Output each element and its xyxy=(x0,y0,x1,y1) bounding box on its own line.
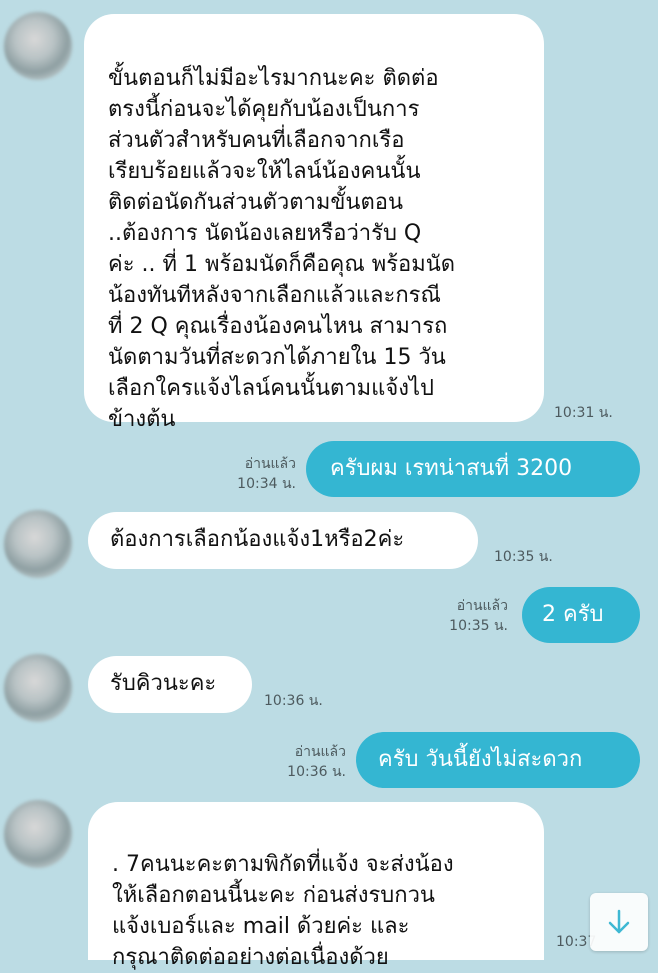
read-receipt: อ่านแล้ว 10:36 น. xyxy=(270,742,346,782)
message-text: . 7คนนะคะตามพิกัดที่แจ้ง จะส่งน้อง ให้เล… xyxy=(112,852,454,970)
message-time: 10:35 น. xyxy=(494,549,553,565)
message-bubble-incoming[interactable]: ต้องการเลือกน้องแจ้ง1หรือ2ค่ะ xyxy=(88,512,478,569)
read-status: อ่านแล้ว xyxy=(244,456,296,472)
message-bubble-outgoing[interactable]: 2 ครับ xyxy=(522,587,640,643)
read-status: อ่านแล้ว xyxy=(456,598,508,614)
read-receipt: อ่านแล้ว 10:34 น. xyxy=(222,454,296,494)
message-time: 10:35 น. xyxy=(449,618,508,634)
message-time: 10:31 น. xyxy=(554,405,613,421)
scroll-to-bottom-button[interactable] xyxy=(590,893,648,951)
message-time: 10:36 น. xyxy=(287,764,346,780)
arrow-down-icon xyxy=(608,909,630,934)
avatar[interactable] xyxy=(4,12,72,80)
message-bubble-incoming[interactable]: . 7คนนะคะตามพิกัดที่แจ้ง จะส่งน้อง ให้เล… xyxy=(88,802,544,970)
message-bubble-incoming[interactable]: รับคิวนะคะ xyxy=(88,656,252,713)
message-text: ขั้นตอนก็ไม่มีอะไรมากนะคะ ติดต่อ ตรงนี้ก… xyxy=(108,66,456,432)
message-text: 2 ครับ xyxy=(542,602,604,627)
avatar[interactable] xyxy=(4,800,72,868)
message-time: 10:36 น. xyxy=(264,693,323,709)
message-bubble-outgoing[interactable]: ครับ วันนี้ยังไม่สะดวก xyxy=(356,732,640,788)
message-bubble-incoming[interactable]: ขั้นตอนก็ไม่มีอะไรมากนะคะ ติดต่อ ตรงนี้ก… xyxy=(84,14,544,432)
message-text: ครับผม เรทน่าสนที่ 3200 xyxy=(330,456,573,481)
message-text: ครับ วันนี้ยังไม่สะดวก xyxy=(378,747,583,772)
message-bubble-outgoing[interactable]: ครับผม เรทน่าสนที่ 3200 xyxy=(306,441,640,497)
avatar[interactable] xyxy=(4,654,72,722)
message-time: 10:34 น. xyxy=(237,476,296,492)
read-receipt: อ่านแล้ว 10:35 น. xyxy=(432,596,508,636)
avatar[interactable] xyxy=(4,510,72,578)
message-text: รับคิวนะคะ xyxy=(110,671,217,696)
message-text: ต้องการเลือกน้องแจ้ง1หรือ2ค่ะ xyxy=(110,527,405,552)
read-status: อ่านแล้ว xyxy=(294,744,346,760)
